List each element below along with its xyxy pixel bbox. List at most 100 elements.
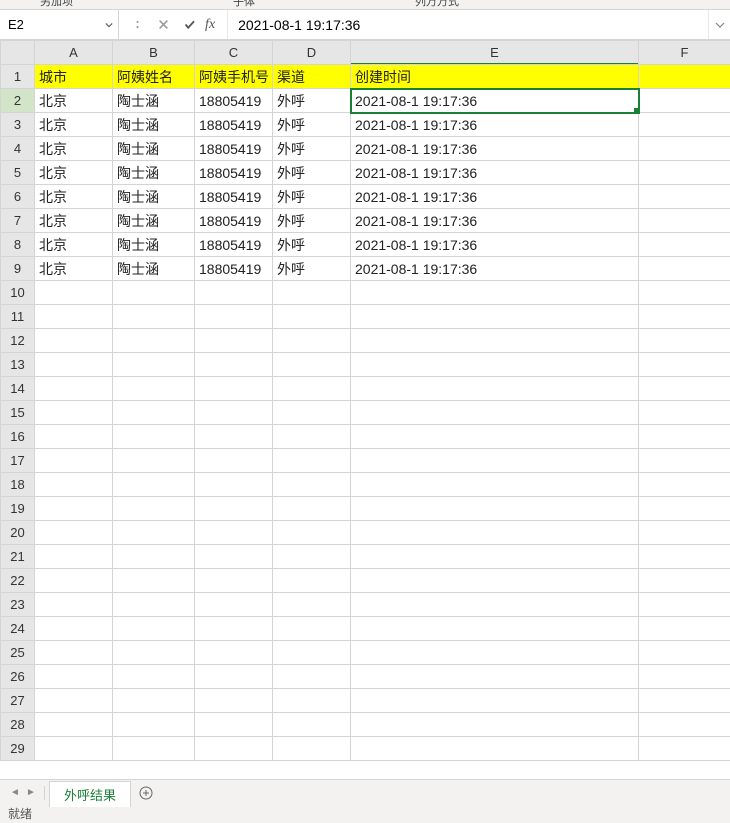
cell-D4[interactable]: 外呼 (273, 137, 351, 161)
cell-A5[interactable]: 北京 (35, 161, 113, 185)
cell-E4[interactable]: 2021-08-1 19:17:36 (351, 137, 639, 161)
row-header[interactable]: 14 (1, 377, 35, 401)
cell-D21[interactable] (273, 545, 351, 569)
cancel-formula-button[interactable] (151, 13, 175, 37)
cell-A18[interactable] (35, 473, 113, 497)
cell-E22[interactable] (351, 569, 639, 593)
cell-D12[interactable] (273, 329, 351, 353)
cell-E8[interactable]: 2021-08-1 19:17:36 (351, 233, 639, 257)
cell-E10[interactable] (351, 281, 639, 305)
enter-formula-button[interactable] (177, 13, 201, 37)
cell-B17[interactable] (113, 449, 195, 473)
column-header-F[interactable]: F (639, 41, 730, 65)
formula-input[interactable] (228, 10, 708, 39)
cell-F17[interactable] (639, 449, 730, 473)
cell-E26[interactable] (351, 665, 639, 689)
cell-E12[interactable] (351, 329, 639, 353)
row-header[interactable]: 12 (1, 329, 35, 353)
cell-D11[interactable] (273, 305, 351, 329)
cell-F2[interactable] (639, 89, 730, 113)
cell-E19[interactable] (351, 497, 639, 521)
cell-C27[interactable] (195, 689, 273, 713)
cell-C20[interactable] (195, 521, 273, 545)
column-header-C[interactable]: C (195, 41, 273, 65)
cell-D8[interactable]: 外呼 (273, 233, 351, 257)
cell-B19[interactable] (113, 497, 195, 521)
cell-A23[interactable] (35, 593, 113, 617)
cell-F16[interactable] (639, 425, 730, 449)
cell-D25[interactable] (273, 641, 351, 665)
cell-C12[interactable] (195, 329, 273, 353)
cell-D6[interactable]: 外呼 (273, 185, 351, 209)
row-header[interactable]: 25 (1, 641, 35, 665)
cell-C2[interactable]: 18805419 (195, 89, 273, 113)
cell-C17[interactable] (195, 449, 273, 473)
cell-D23[interactable] (273, 593, 351, 617)
cell-F19[interactable] (639, 497, 730, 521)
row-header[interactable]: 19 (1, 497, 35, 521)
cell-C25[interactable] (195, 641, 273, 665)
cell-E2[interactable]: 2021-08-1 19:17:36 (351, 89, 639, 113)
column-header-A[interactable]: A (35, 41, 113, 65)
cell-D15[interactable] (273, 401, 351, 425)
cell-F6[interactable] (639, 185, 730, 209)
cell-E21[interactable] (351, 545, 639, 569)
cell-A3[interactable]: 北京 (35, 113, 113, 137)
spreadsheet-grid[interactable]: ABCDEF 1城市阿姨姓名阿姨手机号渠道创建时间2北京陶士涵18805419外… (0, 40, 730, 779)
cell-B15[interactable] (113, 401, 195, 425)
cell-A21[interactable] (35, 545, 113, 569)
cell-A20[interactable] (35, 521, 113, 545)
cell-F9[interactable] (639, 257, 730, 281)
row-header[interactable]: 20 (1, 521, 35, 545)
cell-C13[interactable] (195, 353, 273, 377)
row-header[interactable]: 22 (1, 569, 35, 593)
cell-F14[interactable] (639, 377, 730, 401)
cell-F12[interactable] (639, 329, 730, 353)
cell-E3[interactable]: 2021-08-1 19:17:36 (351, 113, 639, 137)
cell-B5[interactable]: 陶士涵 (113, 161, 195, 185)
cell-D17[interactable] (273, 449, 351, 473)
formula-expand-button[interactable] (708, 10, 730, 39)
sheet-nav-next-icon[interactable]: ► (24, 786, 38, 800)
cell-F7[interactable] (639, 209, 730, 233)
cell-B23[interactable] (113, 593, 195, 617)
cell-B13[interactable] (113, 353, 195, 377)
cell-A4[interactable]: 北京 (35, 137, 113, 161)
row-header[interactable]: 1 (1, 65, 35, 89)
cell-E15[interactable] (351, 401, 639, 425)
cell-B21[interactable] (113, 545, 195, 569)
cell-E24[interactable] (351, 617, 639, 641)
row-header[interactable]: 10 (1, 281, 35, 305)
name-box[interactable] (0, 10, 100, 39)
cell-C5[interactable]: 18805419 (195, 161, 273, 185)
select-all-corner[interactable] (1, 41, 35, 65)
row-header[interactable]: 18 (1, 473, 35, 497)
cell-D10[interactable] (273, 281, 351, 305)
cell-C29[interactable] (195, 737, 273, 761)
cell-A22[interactable] (35, 569, 113, 593)
cell-B26[interactable] (113, 665, 195, 689)
cell-C21[interactable] (195, 545, 273, 569)
cell-B29[interactable] (113, 737, 195, 761)
cell-F27[interactable] (639, 689, 730, 713)
cell-C18[interactable] (195, 473, 273, 497)
cell-C11[interactable] (195, 305, 273, 329)
cell-C8[interactable]: 18805419 (195, 233, 273, 257)
cell-A27[interactable] (35, 689, 113, 713)
cell-E23[interactable] (351, 593, 639, 617)
cell-B18[interactable] (113, 473, 195, 497)
cell-F8[interactable] (639, 233, 730, 257)
row-header[interactable]: 13 (1, 353, 35, 377)
cell-A2[interactable]: 北京 (35, 89, 113, 113)
cell-A17[interactable] (35, 449, 113, 473)
row-header[interactable]: 28 (1, 713, 35, 737)
cell-F18[interactable] (639, 473, 730, 497)
cell-A16[interactable] (35, 425, 113, 449)
cell-E18[interactable] (351, 473, 639, 497)
cell-C28[interactable] (195, 713, 273, 737)
cell-D27[interactable] (273, 689, 351, 713)
cell-F1[interactable] (639, 65, 730, 89)
cell-C7[interactable]: 18805419 (195, 209, 273, 233)
cell-A12[interactable] (35, 329, 113, 353)
cell-B27[interactable] (113, 689, 195, 713)
